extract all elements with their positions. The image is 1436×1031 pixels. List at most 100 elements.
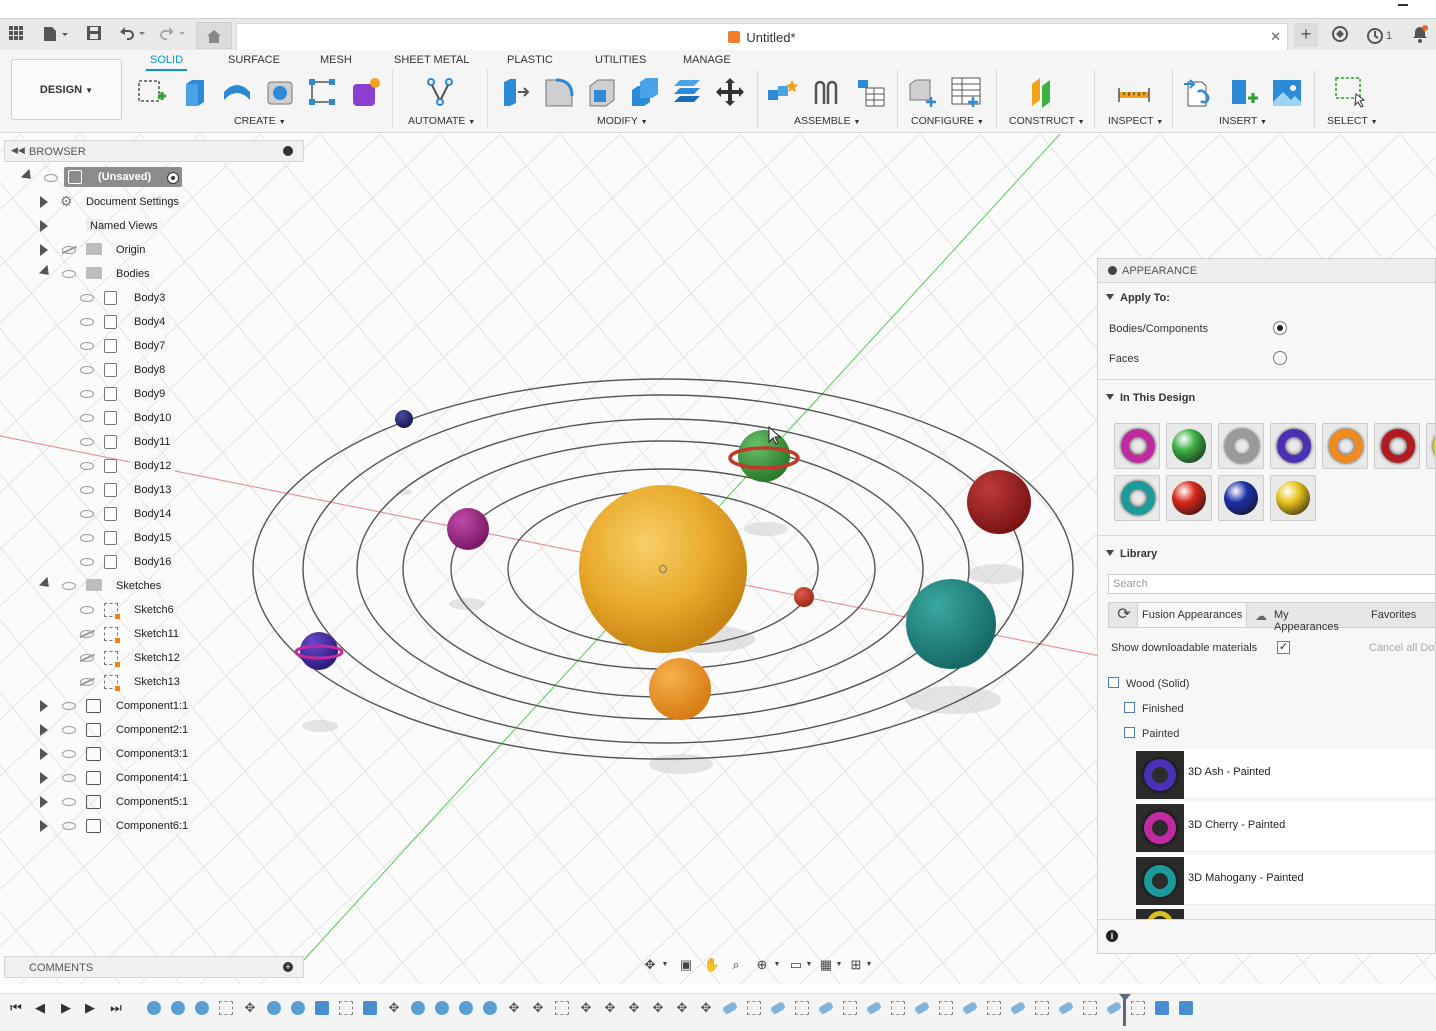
timeline-feature[interactable] (1009, 1001, 1027, 1015)
sweep-icon[interactable] (264, 76, 296, 108)
browser-item-body12[interactable]: Body12 (0, 455, 200, 477)
visibility-eye-icon[interactable] (62, 726, 76, 734)
joint-icon[interactable] (810, 76, 842, 108)
timeline-feature[interactable] (195, 1001, 209, 1015)
chevron-down-icon[interactable]: ▼ (661, 957, 669, 973)
timeline-feature[interactable] (315, 1001, 329, 1015)
expand-toggle-icon[interactable] (40, 244, 48, 256)
insert-component-icon[interactable] (1228, 76, 1260, 108)
visibility-eye-icon[interactable] (62, 822, 76, 830)
appearance-swatch[interactable] (1322, 423, 1368, 469)
extensions-icon[interactable] (1330, 25, 1350, 45)
timeline-feature[interactable] (555, 1001, 569, 1015)
appearance-swatch[interactable] (1218, 475, 1264, 521)
look-at-icon[interactable]: ▣ (677, 957, 695, 973)
visibility-eye-icon[interactable] (80, 438, 94, 446)
timeline-feature[interactable] (1083, 1001, 1097, 1015)
browser-item-body4[interactable]: Body4 (0, 311, 200, 333)
grid-settings-icon[interactable]: ▦ (817, 957, 835, 973)
visibility-eye-icon[interactable] (80, 630, 94, 638)
new-component-icon[interactable] (766, 76, 798, 108)
timeline-feature[interactable]: ✥ (651, 1001, 665, 1015)
tab-favorites[interactable]: Favorites (1365, 603, 1425, 627)
material-item[interactable]: 3D Cherry - Painted (1136, 802, 1435, 852)
timeline-feature[interactable] (1057, 1001, 1075, 1015)
redo-icon[interactable] (156, 25, 188, 45)
browser-item-body3[interactable]: Body3 (0, 287, 200, 309)
planet-navy[interactable] (395, 410, 413, 428)
tree-wood-solid[interactable]: Wood (Solid) (1108, 677, 1189, 690)
browser-item-body10[interactable]: Body10 (0, 407, 200, 429)
browser-item-bodies[interactable]: Bodies (0, 263, 200, 285)
appearance-header[interactable]: APPEARANCE (1098, 259, 1435, 283)
cancel-all-downloads-link[interactable]: Cancel all Dov (1369, 642, 1435, 654)
browser-item-document-settings[interactable]: ⚙ Document Settings (0, 191, 200, 213)
select-group-label[interactable]: SELECT ▼ (1327, 115, 1378, 127)
browser-header[interactable]: ◀◀ BROWSER (4, 140, 304, 162)
browser-item-sketch13[interactable]: Sketch13 (0, 671, 200, 693)
expand-toggle-icon[interactable] (38, 264, 54, 280)
inspect-group-label[interactable]: INSPECT ▼ (1108, 115, 1163, 127)
expand-toggle-icon[interactable] (38, 576, 54, 592)
visibility-eye-icon[interactable] (80, 510, 94, 518)
visibility-eye-icon[interactable] (62, 774, 76, 782)
step-forward-icon[interactable]: ▶ (82, 1000, 98, 1016)
tab-surface[interactable]: SURFACE (228, 54, 280, 66)
browser-root-row[interactable]: (Unsaved) (20, 167, 190, 189)
activate-radio-icon[interactable] (167, 172, 179, 184)
browser-item-named-views[interactable]: Named Views (0, 215, 200, 237)
document-tab[interactable]: Untitled* ✕ (236, 23, 1288, 51)
browser-item-body11[interactable]: Body11 (0, 431, 200, 453)
workspace-switcher-button[interactable]: DESIGN ▼ (11, 59, 122, 120)
visibility-eye-icon[interactable] (62, 750, 76, 758)
faces-radio[interactable] (1273, 351, 1287, 365)
timeline-feature[interactable] (961, 1001, 979, 1015)
browser-item-component2-1[interactable]: Component2:1 (0, 719, 200, 741)
automate-icon[interactable] (424, 76, 456, 108)
revolve-icon[interactable] (221, 76, 253, 108)
move-copy-icon[interactable] (714, 76, 746, 108)
insert-derive-icon[interactable] (1184, 76, 1216, 108)
browser-item-component4-1[interactable]: Component4:1 (0, 767, 200, 789)
sun-body[interactable] (579, 485, 747, 653)
timeline-feature[interactable] (483, 1001, 497, 1015)
configure-icon[interactable] (906, 76, 938, 108)
expand-toggle-icon[interactable] (40, 196, 48, 208)
appearance-swatch[interactable] (1166, 475, 1212, 521)
construct-group-label[interactable]: CONSTRUCT ▼ (1009, 115, 1085, 127)
timeline-feature[interactable] (171, 1001, 185, 1015)
zoom-icon[interactable]: ⌕ (727, 957, 745, 973)
timeline-feature[interactable] (1105, 1001, 1123, 1015)
go-to-start-icon[interactable]: ⏮ (8, 1000, 24, 1016)
appearance-swatch[interactable] (1426, 423, 1435, 469)
browser-item-sketch6[interactable]: Sketch6 (0, 599, 200, 621)
appearance-swatch[interactable] (1270, 475, 1316, 521)
undo-icon[interactable] (116, 25, 148, 45)
chevron-down-icon[interactable]: ▼ (773, 957, 781, 973)
appearance-swatch[interactable] (1114, 423, 1160, 469)
browser-item-body8[interactable]: Body8 (0, 359, 200, 381)
browser-item-sketch11[interactable]: Sketch11 (0, 623, 200, 645)
visibility-eye-icon[interactable] (80, 390, 94, 398)
expand-toggle-icon[interactable] (40, 820, 48, 832)
appearance-swatch[interactable] (1166, 423, 1212, 469)
visibility-eye-icon[interactable] (80, 366, 94, 374)
timeline-feature[interactable]: ✥ (531, 1001, 545, 1015)
material-item[interactable]: 3D Ash - Painted (1136, 749, 1435, 799)
save-icon[interactable] (84, 25, 104, 45)
timeline-feature[interactable] (843, 1001, 857, 1015)
timeline-feature[interactable] (267, 1001, 281, 1015)
timeline-feature[interactable] (721, 1001, 739, 1015)
timeline-feature[interactable]: ✥ (627, 1001, 641, 1015)
timeline-feature[interactable] (891, 1001, 905, 1015)
browser-item-body7[interactable]: Body7 (0, 335, 200, 357)
planet-small-red[interactable] (794, 587, 814, 607)
create-form-icon[interactable] (350, 76, 382, 108)
minimize-icon[interactable] (1398, 4, 1408, 6)
tab-utilities[interactable]: UTILITIES (595, 54, 646, 66)
appearance-swatch[interactable] (1270, 423, 1316, 469)
timeline-feature[interactable] (817, 1001, 835, 1015)
comments-panel[interactable]: COMMENTS + (4, 956, 304, 978)
tree-finished[interactable]: Finished (1124, 702, 1184, 715)
browser-item-body9[interactable]: Body9 (0, 383, 200, 405)
